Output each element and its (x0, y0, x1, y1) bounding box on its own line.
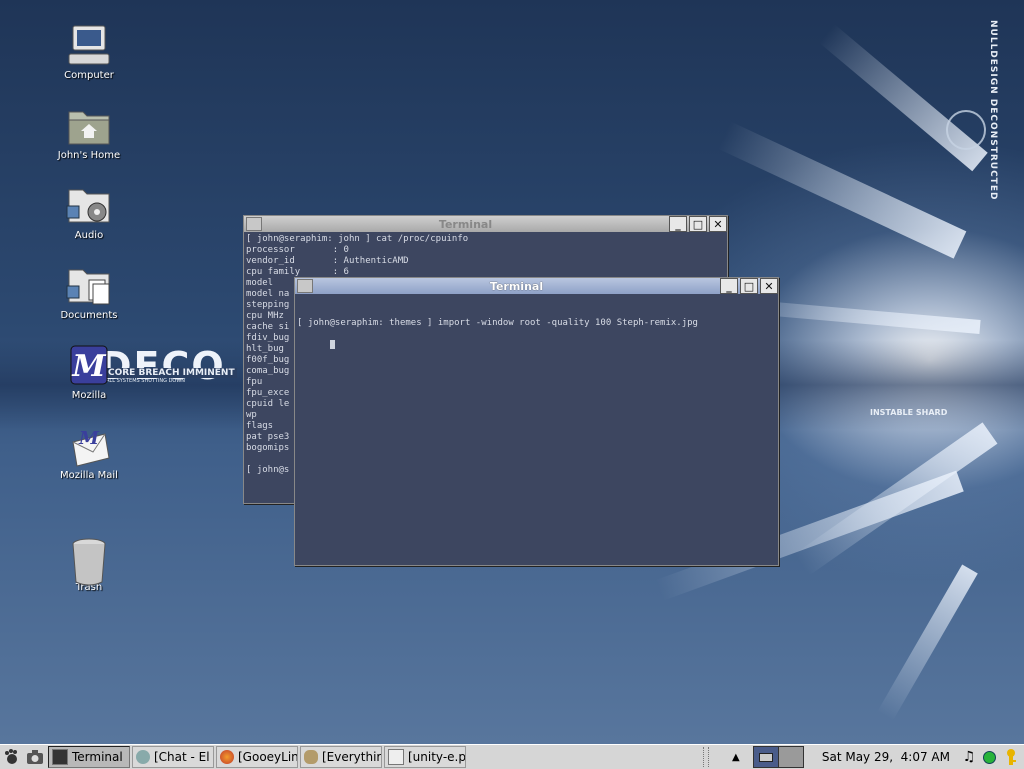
volume-button[interactable]: ♫ (960, 747, 978, 767)
desktop-icon-label: John's Home (57, 150, 121, 161)
terminal-line: processor : 0 (246, 245, 349, 255)
desktop: NULLDESIGN DECONSTRUCTED DECO CORE BREAC… (0, 0, 1024, 744)
maximize-button[interactable]: □ (740, 278, 758, 294)
terminal-output[interactable]: [ john@seraphim: themes ] import -window… (295, 294, 778, 563)
minimize-button[interactable]: _ (669, 216, 687, 232)
gimp-icon (304, 750, 318, 764)
gnome-foot-icon (5, 749, 17, 764)
terminal-line: vendor_id : AuthenticAMD (246, 256, 409, 266)
wallpaper-right-text: INSTABLE SHARD (870, 408, 948, 417)
mozilla-icon: M (65, 344, 113, 388)
gnome-foot-menu-button[interactable] (0, 747, 22, 767)
window-menu-button[interactable] (246, 217, 262, 231)
panel-arrow-button[interactable]: ▲ (725, 747, 747, 767)
task-button[interactable]: [unity-e.p (384, 746, 466, 768)
image-icon (388, 749, 404, 765)
panel-clock[interactable]: Sat May 29, 4:07 AM (812, 750, 960, 764)
window-title: Terminal (438, 217, 493, 231)
desktop-icon-documents[interactable]: Documents (44, 264, 134, 321)
chat-icon (136, 750, 150, 764)
window-titlebar[interactable]: Terminal _ □ ✕ (295, 278, 778, 294)
music-note-icon: ♫ (962, 749, 976, 765)
wallpaper-shard (718, 121, 967, 259)
task-label: [Everythir (322, 750, 382, 764)
terminal-prompt-line: [ john@seraphim: themes ] import -window… (297, 318, 698, 328)
task-label: [Chat - El (154, 750, 210, 764)
task-button[interactable]: Terminal (48, 746, 130, 768)
terminal-icon (52, 749, 68, 765)
computer-icon (65, 24, 113, 68)
close-button[interactable]: ✕ (760, 278, 778, 294)
taskbar-panel: Terminal [Chat - El [GooeyLin [Everythir… (0, 744, 1024, 769)
audio-folder-icon (65, 184, 113, 228)
green-dot-icon (982, 750, 996, 764)
svg-text:M: M (71, 349, 106, 384)
svg-text:M: M (78, 428, 100, 449)
wallpaper-brand-text: NULLDESIGN DECONSTRUCTED (988, 20, 998, 201)
terminal-window-front[interactable]: Terminal _ □ ✕ [ john@seraphim: themes ]… (294, 277, 779, 566)
desktop-icon-label: Documents (60, 310, 118, 321)
firefox-icon (220, 750, 234, 764)
minimize-button[interactable]: _ (720, 278, 738, 294)
task-button[interactable]: [Chat - El (132, 746, 214, 768)
window-titlebar[interactable]: Terminal _ □ ✕ (244, 216, 727, 232)
up-arrow-icon: ▲ (731, 751, 740, 763)
desktop-icon-label: Mozilla Mail (60, 470, 118, 481)
wallpaper-shard (877, 564, 978, 721)
desktop-icon-mozilla-mail[interactable]: M Mozilla Mail (44, 424, 134, 481)
panel-separator (702, 747, 709, 767)
close-button[interactable]: ✕ (709, 216, 727, 232)
desktop-icon-home[interactable]: John's Home (44, 104, 134, 161)
task-label: [unity-e.p (408, 750, 466, 764)
desktop-icon-label: Mozilla (71, 390, 107, 401)
task-list: Terminal [Chat - El [GooeyLin [Everythir… (48, 746, 468, 768)
desktop-icon-mozilla[interactable]: M Mozilla (44, 344, 134, 401)
documents-folder-icon (65, 264, 113, 308)
desktop-icon-computer[interactable]: Computer (44, 24, 134, 81)
task-button[interactable]: [GooeyLin (216, 746, 298, 768)
desktop-icon-audio[interactable]: Audio (44, 184, 134, 241)
user-applet[interactable] (1000, 747, 1022, 767)
task-button[interactable]: [Everythir (300, 746, 382, 768)
window-title: Terminal (489, 279, 544, 293)
wallpaper-emblem (946, 110, 986, 150)
desktop-icon-label: Computer (64, 70, 114, 81)
terminal-line: [ john@seraphim: john ] cat /proc/cpuinf… (246, 234, 469, 244)
task-label: Terminal (72, 750, 123, 764)
mail-icon: M (65, 424, 113, 468)
desktop-icon-label: Audio (74, 230, 104, 241)
window-menu-button[interactable] (297, 279, 313, 293)
camera-icon (27, 750, 43, 764)
workspace-switcher[interactable] (752, 746, 804, 768)
workspace-1[interactable] (752, 746, 779, 768)
home-folder-icon (65, 104, 113, 148)
desktop-icon-trash[interactable]: Trash (44, 536, 134, 593)
key-person-icon (1007, 749, 1016, 765)
workspace-2[interactable] (778, 746, 804, 768)
terminal-cursor (329, 340, 335, 349)
maximize-button[interactable]: □ (689, 216, 707, 232)
task-label: [GooeyLin (238, 750, 298, 764)
screenshot-launcher-button[interactable] (24, 747, 46, 767)
trash-icon (65, 536, 113, 586)
status-indicator[interactable] (980, 747, 998, 767)
